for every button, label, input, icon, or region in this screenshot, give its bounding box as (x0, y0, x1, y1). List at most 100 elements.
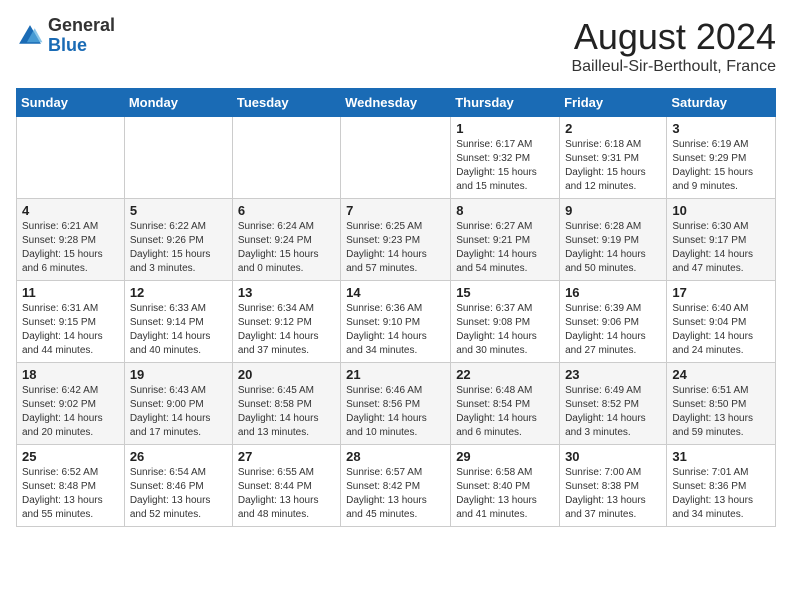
day-number: 10 (672, 203, 770, 218)
calendar-subtitle: Bailleul-Sir-Berthoult, France (571, 58, 776, 76)
weekday-header: Monday (124, 89, 232, 117)
day-number: 1 (456, 121, 554, 136)
day-info: Sunrise: 6:57 AM Sunset: 8:42 PM Dayligh… (346, 466, 445, 522)
day-info: Sunrise: 6:45 AM Sunset: 8:58 PM Dayligh… (238, 384, 335, 440)
calendar-cell: 8Sunrise: 6:27 AM Sunset: 9:21 PM Daylig… (451, 199, 560, 281)
calendar-cell: 15 Sunrise: 6:37 AM Sunset: 9:08 PM Dayli… (451, 281, 560, 363)
day-number: 19 (130, 367, 227, 382)
calendar-table: SundayMondayTuesdayWednesdayThursdayFrid… (16, 88, 776, 527)
day-number: 8 (456, 203, 554, 218)
day-info: Sunrise: 7:00 AM Sunset: 8:38 PM Dayligh… (565, 466, 661, 522)
day-info: Sunrise: 6:19 AM Sunset: 9:29 PM Dayligh… (672, 138, 770, 194)
day-info: Sunrise: 7:01 AM Sunset: 8:36 PM Dayligh… (672, 466, 770, 522)
calendar-cell: 23Sunrise: 6:49 AM Sunset: 8:52 PM Dayli… (560, 363, 667, 445)
calendar-cell: 13 Sunrise: 6:34 AM Sunset: 9:12 PM Dayli… (232, 281, 340, 363)
day-info: Sunrise: 6:28 AM Sunset: 9:19 PM Dayligh… (565, 220, 661, 276)
day-number: 30 (565, 449, 661, 464)
day-number: 7 (346, 203, 445, 218)
day-number: 15 (456, 285, 554, 300)
day-info: Sunrise: 6:51 AM Sunset: 8:50 PM Dayligh… (672, 384, 770, 440)
calendar-cell: 30 Sunrise: 7:00 AM Sunset: 8:38 PM Dayli… (560, 445, 667, 527)
calendar-title: August 2024 (571, 16, 776, 58)
day-number: 18 (22, 367, 119, 382)
day-info: Sunrise: 6:30 AM Sunset: 9:17 PM Dayligh… (672, 220, 770, 276)
weekday-header: Wednesday (341, 89, 451, 117)
day-info: Sunrise: 6:34 AM Sunset: 9:12 PM Dayligh… (238, 302, 335, 358)
day-info: Sunrise: 6:36 AM Sunset: 9:10 PM Dayligh… (346, 302, 445, 358)
calendar-cell: 18Sunrise: 6:42 AM Sunset: 9:02 PM Dayli… (17, 363, 125, 445)
calendar-cell: 16 Sunrise: 6:39 AM Sunset: 9:06 PM Dayli… (560, 281, 667, 363)
calendar-cell (232, 117, 340, 199)
day-number: 25 (22, 449, 119, 464)
calendar-week-row: 4Sunrise: 6:21 AM Sunset: 9:28 PM Daylig… (17, 199, 776, 281)
weekday-header: Friday (560, 89, 667, 117)
day-number: 13 (238, 285, 335, 300)
calendar-cell: 6Sunrise: 6:24 AM Sunset: 9:24 PM Daylig… (232, 199, 340, 281)
calendar-cell: 12 Sunrise: 6:33 AM Sunset: 9:14 PM Dayli… (124, 281, 232, 363)
day-number: 31 (672, 449, 770, 464)
day-info: Sunrise: 6:52 AM Sunset: 8:48 PM Dayligh… (22, 466, 119, 522)
day-info: Sunrise: 6:18 AM Sunset: 9:31 PM Dayligh… (565, 138, 661, 194)
calendar-cell: 24 Sunrise: 6:51 AM Sunset: 8:50 PM Dayli… (667, 363, 776, 445)
calendar-week-row: 18Sunrise: 6:42 AM Sunset: 9:02 PM Dayli… (17, 363, 776, 445)
day-info: Sunrise: 6:39 AM Sunset: 9:06 PM Dayligh… (565, 302, 661, 358)
day-number: 5 (130, 203, 227, 218)
calendar-week-row: 11Sunrise: 6:31 AM Sunset: 9:15 PM Dayli… (17, 281, 776, 363)
calendar-cell: 11Sunrise: 6:31 AM Sunset: 9:15 PM Dayli… (17, 281, 125, 363)
weekday-header: Thursday (451, 89, 560, 117)
weekday-row: SundayMondayTuesdayWednesdayThursdayFrid… (17, 89, 776, 117)
day-number: 16 (565, 285, 661, 300)
day-number: 29 (456, 449, 554, 464)
day-info: Sunrise: 6:25 AM Sunset: 9:23 PM Dayligh… (346, 220, 445, 276)
day-number: 24 (672, 367, 770, 382)
day-number: 22 (456, 367, 554, 382)
calendar-cell: 26Sunrise: 6:54 AM Sunset: 8:46 PM Dayli… (124, 445, 232, 527)
logo-blue: Blue (48, 35, 87, 55)
logo-general: General (48, 15, 115, 35)
day-number: 27 (238, 449, 335, 464)
calendar-cell: 21Sunrise: 6:46 AM Sunset: 8:56 PM Dayli… (341, 363, 451, 445)
day-number: 26 (130, 449, 227, 464)
day-number: 20 (238, 367, 335, 382)
calendar-cell: 28 Sunrise: 6:57 AM Sunset: 8:42 PM Dayli… (341, 445, 451, 527)
day-info: Sunrise: 6:48 AM Sunset: 8:54 PM Dayligh… (456, 384, 554, 440)
day-info: Sunrise: 6:43 AM Sunset: 9:00 PM Dayligh… (130, 384, 227, 440)
weekday-header: Tuesday (232, 89, 340, 117)
calendar-cell (341, 117, 451, 199)
calendar-cell: 14 Sunrise: 6:36 AM Sunset: 9:10 PM Dayli… (341, 281, 451, 363)
calendar-cell: 17Sunrise: 6:40 AM Sunset: 9:04 PM Dayli… (667, 281, 776, 363)
page-header: General Blue August 2024 Bailleul-Sir-Be… (16, 16, 776, 76)
day-number: 9 (565, 203, 661, 218)
logo: General Blue (16, 16, 115, 56)
day-info: Sunrise: 6:58 AM Sunset: 8:40 PM Dayligh… (456, 466, 554, 522)
day-info: Sunrise: 6:31 AM Sunset: 9:15 PM Dayligh… (22, 302, 119, 358)
day-number: 3 (672, 121, 770, 136)
day-number: 23 (565, 367, 661, 382)
weekday-header: Saturday (667, 89, 776, 117)
calendar-header: SundayMondayTuesdayWednesdayThursdayFrid… (17, 89, 776, 117)
day-number: 28 (346, 449, 445, 464)
day-info: Sunrise: 6:46 AM Sunset: 8:56 PM Dayligh… (346, 384, 445, 440)
day-info: Sunrise: 6:55 AM Sunset: 8:44 PM Dayligh… (238, 466, 335, 522)
day-info: Sunrise: 6:37 AM Sunset: 9:08 PM Dayligh… (456, 302, 554, 358)
calendar-cell: 27 Sunrise: 6:55 AM Sunset: 8:44 PM Dayli… (232, 445, 340, 527)
day-info: Sunrise: 6:17 AM Sunset: 9:32 PM Dayligh… (456, 138, 554, 194)
calendar-cell: 2Sunrise: 6:18 AM Sunset: 9:31 PM Daylig… (560, 117, 667, 199)
calendar-cell: 9 Sunrise: 6:28 AM Sunset: 9:19 PM Daylig… (560, 199, 667, 281)
title-block: August 2024 Bailleul-Sir-Berthoult, Fran… (571, 16, 776, 76)
day-number: 12 (130, 285, 227, 300)
day-info: Sunrise: 6:33 AM Sunset: 9:14 PM Dayligh… (130, 302, 227, 358)
weekday-header: Sunday (17, 89, 125, 117)
calendar-body: 1 Sunrise: 6:17 AM Sunset: 9:32 PM Daylig… (17, 117, 776, 527)
calendar-cell: 31 Sunrise: 7:01 AM Sunset: 8:36 PM Dayli… (667, 445, 776, 527)
calendar-cell: 10 Sunrise: 6:30 AM Sunset: 9:17 PM Dayli… (667, 199, 776, 281)
calendar-cell: 5Sunrise: 6:22 AM Sunset: 9:26 PM Daylig… (124, 199, 232, 281)
day-number: 4 (22, 203, 119, 218)
calendar-cell: 1 Sunrise: 6:17 AM Sunset: 9:32 PM Daylig… (451, 117, 560, 199)
day-number: 14 (346, 285, 445, 300)
calendar-cell: 4Sunrise: 6:21 AM Sunset: 9:28 PM Daylig… (17, 199, 125, 281)
calendar-cell: 19 Sunrise: 6:43 AM Sunset: 9:00 PM Dayli… (124, 363, 232, 445)
calendar-cell: 3 Sunrise: 6:19 AM Sunset: 9:29 PM Daylig… (667, 117, 776, 199)
day-info: Sunrise: 6:24 AM Sunset: 9:24 PM Dayligh… (238, 220, 335, 276)
logo-text: General Blue (48, 16, 115, 56)
